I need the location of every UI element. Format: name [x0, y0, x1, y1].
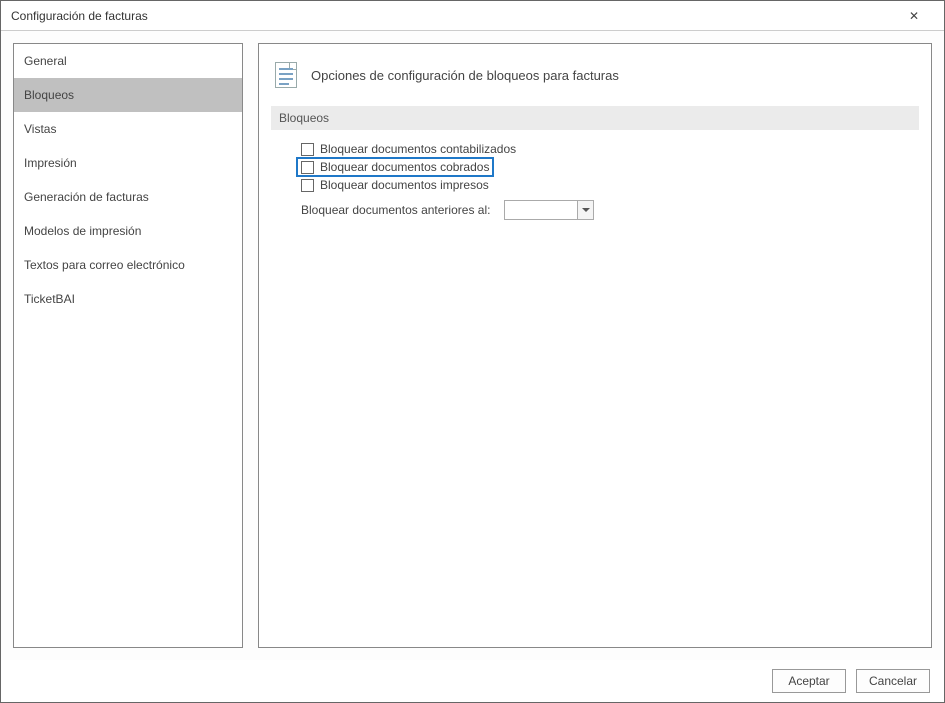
checkbox-label: Bloquear documentos contabilizados	[320, 142, 516, 156]
sidebar-item-label: Textos para correo electrónico	[24, 258, 185, 272]
sidebar-item-label: Vistas	[24, 122, 56, 136]
dialog-body: General Bloqueos Vistas Impresión Genera…	[1, 31, 944, 660]
checkbox-cobrados[interactable]	[301, 161, 314, 174]
date-value[interactable]	[505, 201, 577, 219]
date-filter-row: Bloquear documentos anteriores al:	[301, 194, 909, 220]
checkbox-label: Bloquear documentos cobrados	[320, 160, 489, 174]
date-filter-label: Bloquear documentos anteriores al:	[301, 203, 490, 217]
sidebar-item-label: Bloqueos	[24, 88, 74, 102]
content-panel: Opciones de configuración de bloqueos pa…	[258, 43, 932, 648]
document-icon	[275, 62, 297, 88]
close-icon: ✕	[909, 9, 919, 23]
checkbox-row-contabilizados: Bloquear documentos contabilizados	[301, 140, 909, 158]
sidebar-item-ticketbai[interactable]: TicketBAI	[14, 282, 242, 316]
sidebar-item-label: TicketBAI	[24, 292, 75, 306]
section-body: Bloquear documentos contabilizados Bloqu…	[271, 130, 919, 230]
sidebar: General Bloqueos Vistas Impresión Genera…	[13, 43, 243, 648]
sidebar-item-generacion-facturas[interactable]: Generación de facturas	[14, 180, 242, 214]
chevron-down-icon	[582, 208, 590, 212]
close-button[interactable]: ✕	[894, 1, 934, 30]
content-header: Opciones de configuración de bloqueos pa…	[271, 56, 919, 106]
date-input[interactable]	[504, 200, 594, 220]
accept-button[interactable]: Aceptar	[772, 669, 846, 693]
sidebar-item-impresion[interactable]: Impresión	[14, 146, 242, 180]
cancel-button[interactable]: Cancelar	[856, 669, 930, 693]
checkbox-row-impresos: Bloquear documentos impresos	[301, 176, 909, 194]
sidebar-item-general[interactable]: General	[14, 44, 242, 78]
sidebar-item-textos-correo[interactable]: Textos para correo electrónico	[14, 248, 242, 282]
sidebar-item-label: Modelos de impresión	[24, 224, 141, 238]
date-dropdown-button[interactable]	[577, 201, 593, 219]
titlebar: Configuración de facturas ✕	[1, 1, 944, 31]
checkbox-impresos[interactable]	[301, 179, 314, 192]
content-heading: Opciones de configuración de bloqueos pa…	[311, 68, 619, 83]
sidebar-item-vistas[interactable]: Vistas	[14, 112, 242, 146]
checkbox-contabilizados[interactable]	[301, 143, 314, 156]
sidebar-item-label: General	[24, 54, 67, 68]
checkbox-row-cobrados: Bloquear documentos cobrados	[297, 158, 493, 176]
window-title: Configuración de facturas	[11, 9, 894, 23]
sidebar-item-label: Impresión	[24, 156, 77, 170]
section-label: Bloqueos	[271, 106, 919, 130]
checkbox-label: Bloquear documentos impresos	[320, 178, 489, 192]
sidebar-item-modelos-impresion[interactable]: Modelos de impresión	[14, 214, 242, 248]
sidebar-item-bloqueos[interactable]: Bloqueos	[14, 78, 242, 112]
footer: Aceptar Cancelar	[1, 660, 944, 702]
sidebar-item-label: Generación de facturas	[24, 190, 149, 204]
